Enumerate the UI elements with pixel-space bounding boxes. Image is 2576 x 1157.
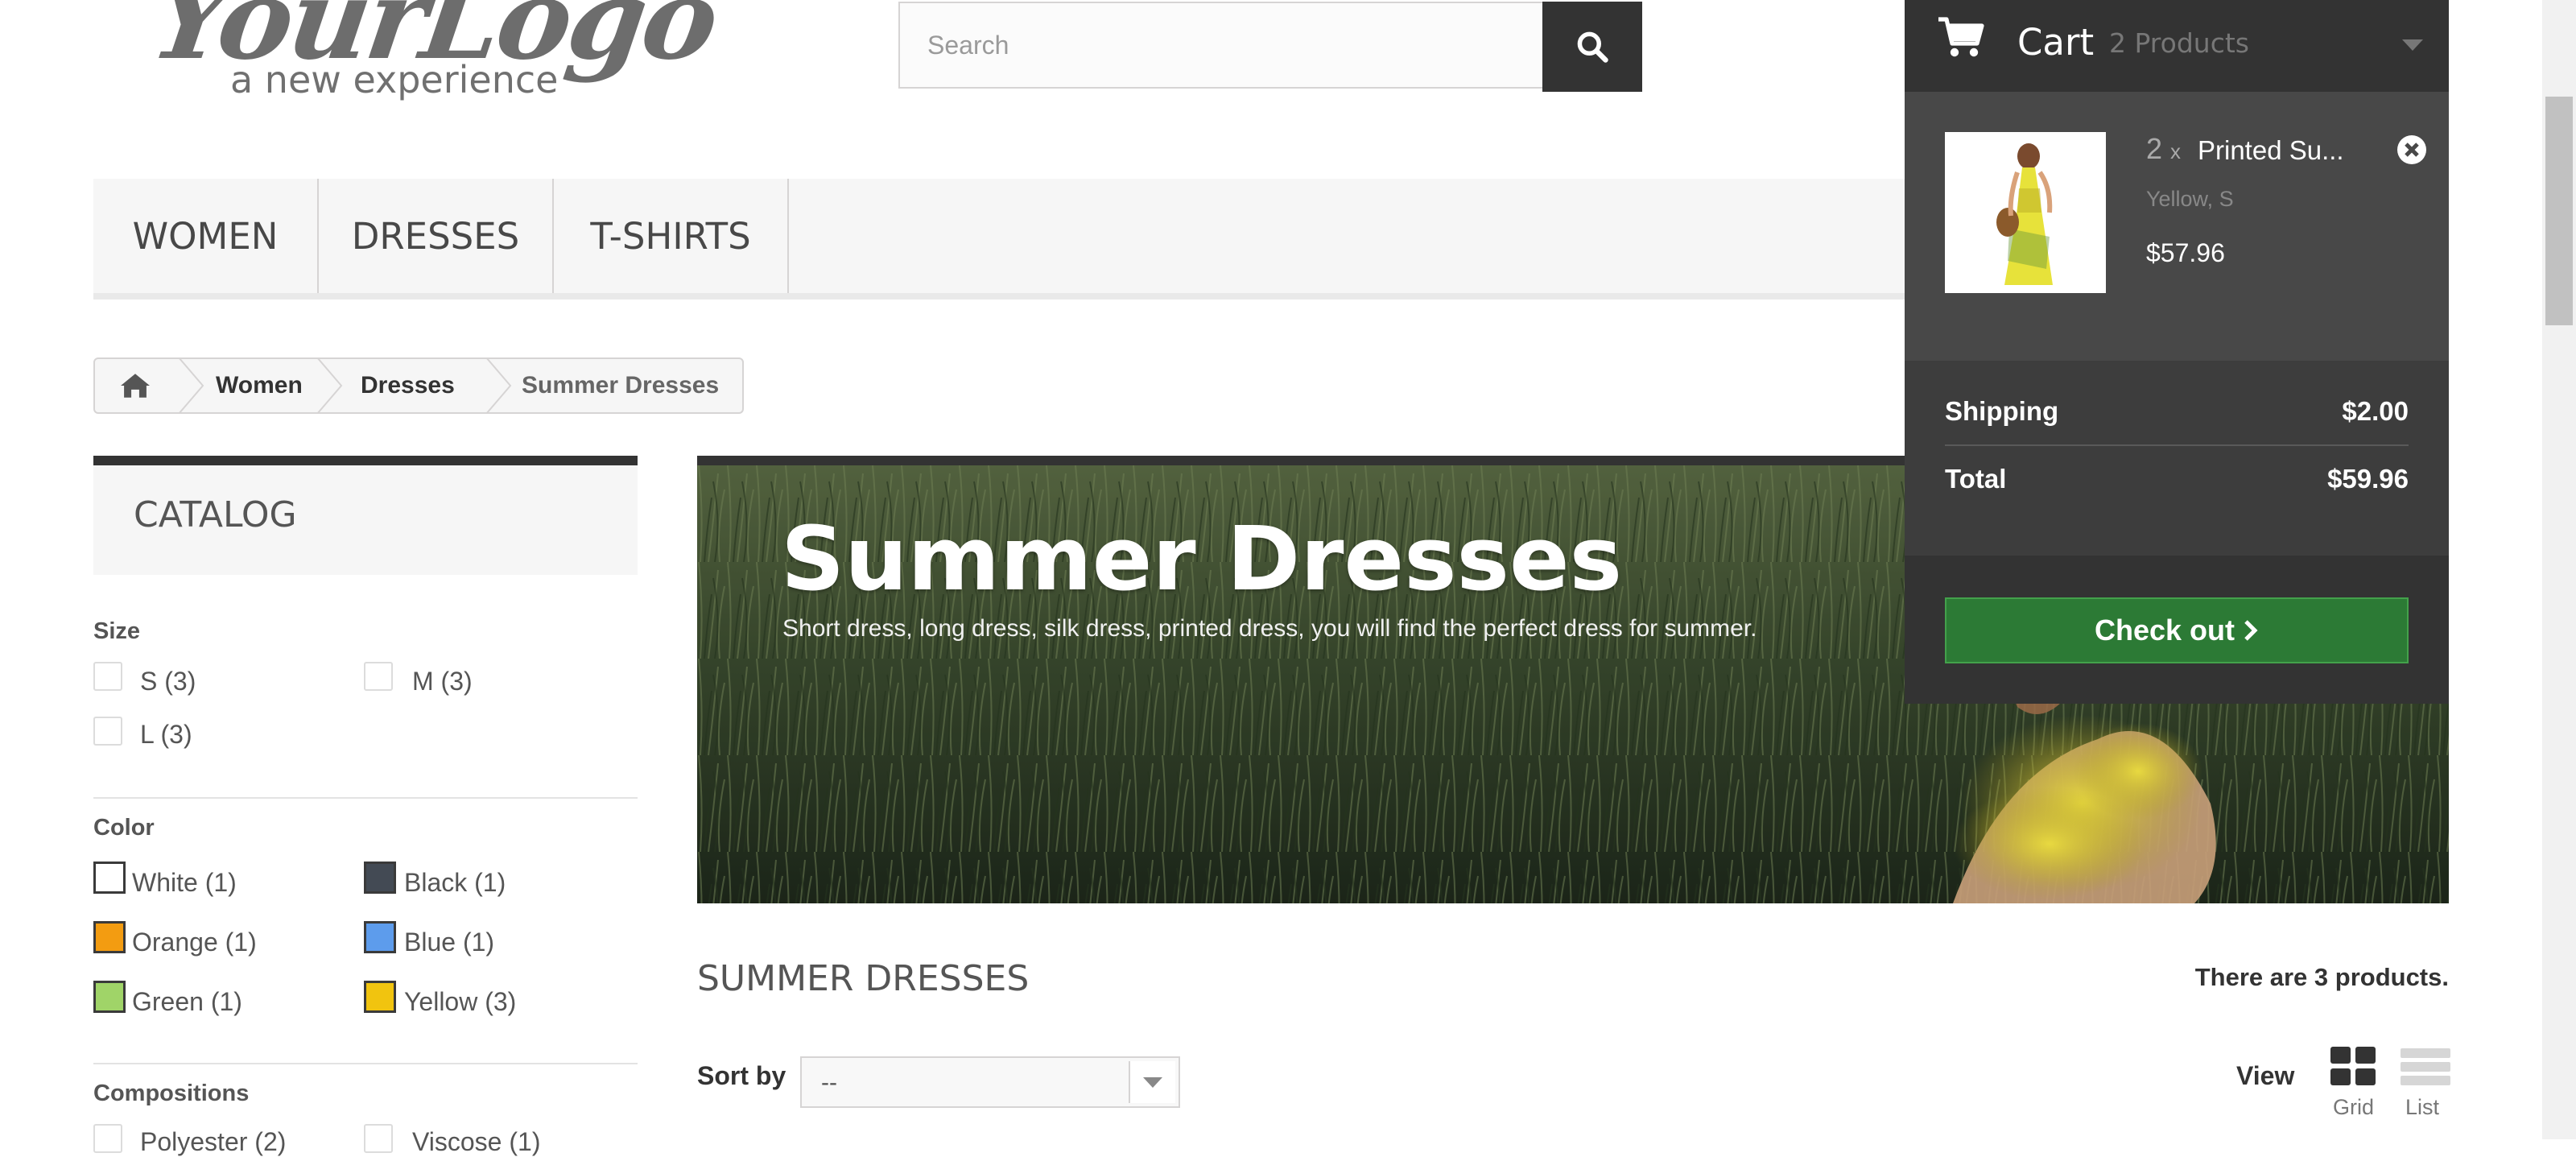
totals-divider bbox=[1945, 444, 2409, 446]
view-grid-button[interactable] bbox=[2326, 1047, 2380, 1091]
menu-item-tshirts[interactable]: T-shirts bbox=[554, 179, 789, 293]
cart-item-price: $57.96 bbox=[2146, 238, 2225, 267]
shipping-label: Shipping bbox=[1945, 396, 2059, 426]
shipping-value: $2.00 bbox=[2342, 396, 2409, 426]
search-input[interactable] bbox=[898, 2, 1546, 89]
cart-item-qty-number: 2 bbox=[2146, 132, 2163, 165]
cart-item-qty-suffix: x bbox=[2170, 139, 2182, 163]
close-icon bbox=[2397, 135, 2426, 164]
view-list-button[interactable] bbox=[2399, 1048, 2452, 1089]
catalog-block: CATALOG bbox=[93, 456, 638, 575]
filter-color-title: Color bbox=[93, 815, 155, 841]
category-heading: Summer Dresses bbox=[697, 958, 1030, 999]
color-label-yellow[interactable]: Yellow (3) bbox=[404, 987, 516, 1017]
cart-item: 2 x Printed Su... Yellow, S $57.96 bbox=[1905, 92, 2449, 361]
color-swatch-white[interactable] bbox=[93, 862, 126, 894]
breadcrumb: Women Dresses Summer Dresses bbox=[93, 357, 744, 414]
catalog-title: CATALOG bbox=[134, 494, 297, 535]
sort-dropdown-arrow[interactable] bbox=[1129, 1061, 1175, 1103]
banner-title: Summer Dresses bbox=[781, 507, 1623, 610]
checkout-label: Check out bbox=[2094, 614, 2235, 647]
filter-size-l-checkbox[interactable] bbox=[93, 717, 122, 746]
filter-size-l-label[interactable]: L (3) bbox=[140, 720, 192, 750]
page-scrollbar[interactable] bbox=[2542, 0, 2576, 1139]
color-swatch-orange[interactable] bbox=[93, 921, 126, 953]
breadcrumb-home[interactable] bbox=[119, 359, 161, 412]
filter-composition-viscose-checkbox[interactable] bbox=[364, 1124, 393, 1153]
banner-description: Short dress, long dress, silk dress, pri… bbox=[782, 615, 1757, 642]
filter-compositions-title: Compositions bbox=[93, 1081, 250, 1106]
filter-composition-viscose-label[interactable]: Viscose (1) bbox=[412, 1127, 540, 1157]
total-label: Total bbox=[1945, 464, 2007, 494]
cart-footer: Check out bbox=[1905, 556, 2449, 704]
filter-size-s-checkbox[interactable] bbox=[93, 662, 122, 691]
cart-item-quantity: 2 x bbox=[2146, 132, 2181, 166]
cart-product-count: 2 Products bbox=[2109, 27, 2249, 59]
cart-item-name[interactable]: Printed Su... bbox=[2198, 135, 2344, 166]
color-swatch-green[interactable] bbox=[93, 981, 126, 1013]
view-label: View bbox=[2236, 1061, 2295, 1090]
home-icon bbox=[121, 374, 150, 398]
cart-item-attributes: Yellow, S bbox=[2146, 187, 2234, 211]
cart-title: Cart bbox=[2017, 21, 2095, 64]
total-value: $59.96 bbox=[2327, 464, 2409, 494]
chevron-right-icon bbox=[2244, 620, 2258, 641]
remove-item-button[interactable] bbox=[2396, 134, 2428, 166]
cart-header[interactable]: Cart 2 Products bbox=[1905, 0, 2449, 92]
view-list-label[interactable]: List bbox=[2405, 1095, 2439, 1120]
cart-icon bbox=[1938, 17, 1984, 57]
filter-size-s-label[interactable]: S (3) bbox=[140, 667, 196, 696]
filter-composition-polyester-label[interactable]: Polyester (2) bbox=[140, 1127, 286, 1157]
filter-size-title: Size bbox=[93, 618, 141, 644]
search-icon bbox=[1577, 31, 1608, 63]
sort-select[interactable]: -- bbox=[800, 1056, 1180, 1108]
list-icon bbox=[2401, 1048, 2450, 1085]
filter-divider bbox=[93, 797, 638, 799]
cart-totals: Shipping $2.00 Total $59.96 bbox=[1905, 361, 2449, 556]
filter-size-m-label[interactable]: M (3) bbox=[412, 667, 473, 696]
product-count: There are 3 products. bbox=[2194, 963, 2449, 991]
search-button[interactable] bbox=[1542, 2, 1642, 92]
color-swatch-yellow[interactable] bbox=[364, 981, 396, 1013]
view-grid-label[interactable]: Grid bbox=[2333, 1095, 2374, 1120]
color-label-black[interactable]: Black (1) bbox=[404, 868, 506, 898]
breadcrumb-separator bbox=[317, 359, 343, 412]
cart-item-thumbnail[interactable] bbox=[1945, 132, 2106, 293]
filter-divider bbox=[93, 1063, 638, 1064]
color-label-green[interactable]: Green (1) bbox=[132, 987, 242, 1017]
color-label-orange[interactable]: Orange (1) bbox=[132, 928, 257, 957]
menu-item-women[interactable]: Women bbox=[93, 179, 319, 293]
dress-product-image bbox=[1945, 132, 2106, 293]
grid-icon bbox=[2330, 1047, 2376, 1085]
chevron-down-icon bbox=[1143, 1077, 1162, 1088]
menu-item-dresses[interactable]: Dresses bbox=[319, 179, 554, 293]
sort-label: Sort by bbox=[697, 1061, 786, 1090]
breadcrumb-item-dresses[interactable]: Dresses bbox=[361, 359, 455, 412]
logo-tagline: a new experience bbox=[230, 58, 559, 101]
color-swatch-blue[interactable] bbox=[364, 921, 396, 953]
sort-value: -- bbox=[821, 1069, 837, 1096]
filter-composition-polyester-checkbox[interactable] bbox=[93, 1124, 122, 1153]
cart-dropdown: Cart 2 Products 2 x Printed Su... Yellow… bbox=[1905, 0, 2449, 704]
scrollbar-thumb[interactable] bbox=[2545, 97, 2573, 325]
site-logo[interactable]: YourLogo a new experience bbox=[144, 0, 724, 113]
filter-size-m-checkbox[interactable] bbox=[364, 662, 393, 691]
breadcrumb-current: Summer Dresses bbox=[522, 372, 720, 399]
color-swatch-black[interactable] bbox=[364, 862, 396, 894]
color-label-blue[interactable]: Blue (1) bbox=[404, 928, 494, 957]
breadcrumb-item-women[interactable]: Women bbox=[216, 359, 303, 412]
checkout-button[interactable]: Check out bbox=[1945, 597, 2409, 663]
color-label-white[interactable]: White (1) bbox=[132, 868, 237, 898]
chevron-down-icon[interactable] bbox=[2401, 37, 2425, 53]
